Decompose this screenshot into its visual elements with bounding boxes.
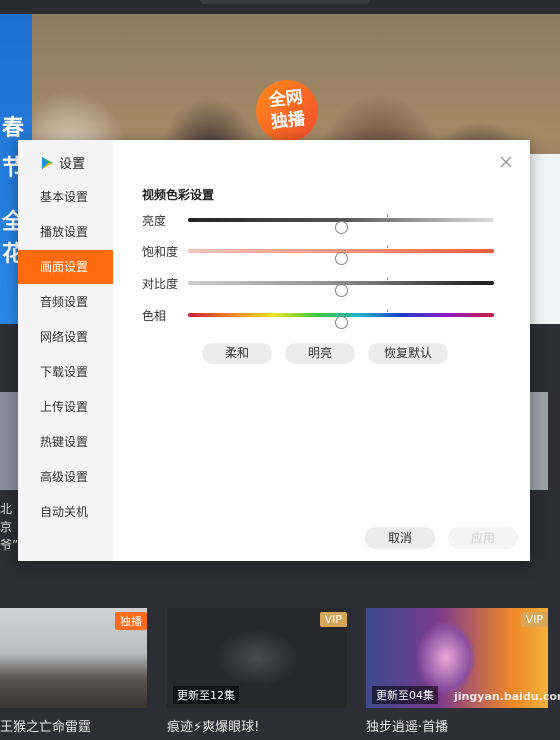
- sidebar-item[interactable]: 播放设置: [18, 215, 113, 249]
- center-tick: [387, 277, 388, 280]
- slider-label: 饱和度: [142, 245, 179, 259]
- center-tick: [387, 245, 388, 248]
- sidebar-item[interactable]: 音频设置: [18, 285, 113, 319]
- brightness-slider-row: 亮度: [142, 210, 502, 234]
- slider-thumb[interactable]: [335, 221, 348, 234]
- row-thumbnail[interactable]: [0, 392, 18, 490]
- watermark: jingyan.baidu.com: [454, 690, 560, 703]
- slider-label: 对比度: [142, 277, 179, 291]
- slider-label: 色相: [142, 309, 167, 323]
- center-tick: [387, 214, 388, 217]
- banner-right-strip: [530, 154, 560, 324]
- slider-label: 亮度: [142, 214, 167, 228]
- saturation-slider-row: 饱和度: [142, 241, 502, 265]
- slider-thumb[interactable]: [335, 284, 348, 297]
- top-search-pill[interactable]: [200, 0, 370, 4]
- dialog-title: 设置: [59, 156, 86, 172]
- banner-side-char: 春: [2, 116, 25, 141]
- cancel-button[interactable]: 取消: [365, 527, 435, 549]
- slider-thumb[interactable]: [335, 316, 348, 329]
- brightness-slider[interactable]: [188, 214, 494, 234]
- contrast-slider-row: 对比度: [142, 273, 502, 297]
- top-bar: [0, 0, 560, 14]
- preset-soft-button[interactable]: 柔和: [202, 343, 272, 364]
- vip-tag: VIP: [520, 612, 548, 627]
- episode-update-label: 更新至12集: [173, 686, 239, 704]
- row-thumbnail[interactable]: [528, 392, 548, 490]
- app-logo-icon: [40, 155, 54, 169]
- episode-update-label: 更新至04集: [372, 686, 438, 704]
- sidebar-item[interactable]: 基本设置: [18, 180, 113, 214]
- vip-tag: VIP: [319, 612, 347, 627]
- sidebar-item[interactable]: 下载设置: [18, 355, 113, 389]
- video-title[interactable]: 痕迹⚡爽爆眼球!: [167, 716, 259, 735]
- contrast-slider[interactable]: [188, 277, 494, 297]
- preset-bright-button[interactable]: 明亮: [285, 343, 355, 364]
- hue-slider[interactable]: [188, 309, 494, 329]
- sidebar-item[interactable]: 高级设置: [18, 460, 113, 494]
- video-card-row: 独播 王猴之亡命雷霆 VIP 更新至12集 痕迹⚡爽爆眼球! VIP 更新至04…: [0, 608, 560, 740]
- video-app-window: 春 节 全 花 全网 独播 北京 爷” ] 独播 王猴之亡命雷霆 VIP 更新至…: [0, 0, 560, 740]
- video-card[interactable]: 独播: [0, 608, 147, 708]
- sidebar-item[interactable]: 热键设置: [18, 425, 113, 459]
- settings-dialog: 设置 基本设置 播放设置 画面设置 音频设置 网络设置 下载设置 上传设置 热键设置 高级设置自…: [18, 140, 530, 561]
- dialog-header: 设置: [40, 152, 85, 172]
- close-icon[interactable]: [498, 154, 514, 170]
- video-card[interactable]: VIP 更新至12集: [167, 608, 347, 708]
- hue-slider-row: 色相: [142, 305, 502, 329]
- section-title: 视频色彩设置: [142, 188, 215, 202]
- row-title[interactable]: 北京 爷”: [0, 500, 18, 554]
- apply-button[interactable]: 应用: [448, 527, 518, 549]
- slider-thumb[interactable]: [335, 252, 348, 265]
- reset-default-button[interactable]: 恢复默认: [368, 343, 448, 364]
- sidebar-item[interactable]: 自动关机: [18, 495, 113, 529]
- sidebar-item[interactable]: 画面设置: [18, 250, 113, 284]
- exclusive-tag: 独播: [115, 612, 147, 630]
- video-title[interactable]: 独步逍遥·首播: [366, 716, 448, 735]
- sidebar-item[interactable]: 上传设置: [18, 390, 113, 424]
- center-tick: [387, 309, 388, 312]
- exclusive-badge: 全网 独播: [252, 76, 322, 146]
- saturation-slider[interactable]: [188, 245, 494, 265]
- settings-sidebar: 设置 基本设置 播放设置 画面设置 音频设置 网络设置 下载设置 上传设置 热键设置 高级设置自…: [18, 140, 113, 561]
- video-title[interactable]: 王猴之亡命雷霆: [0, 716, 91, 735]
- sidebar-item[interactable]: 网络设置: [18, 320, 113, 354]
